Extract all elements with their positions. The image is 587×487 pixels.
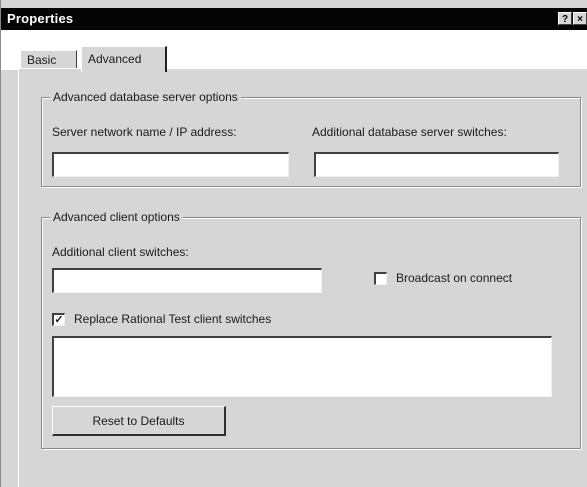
database-server-options-group: Advanced database server options Server …	[41, 90, 581, 187]
server-name-input[interactable]	[52, 152, 289, 177]
replace-switches-label[interactable]: Replace Rational Test client switches	[74, 312, 271, 326]
server-switches-label: Additional database server switches:	[312, 125, 507, 139]
client-options-group: Advanced client options Additional clien…	[41, 210, 581, 449]
reset-to-defaults-button[interactable]: Reset to Defaults	[52, 406, 226, 436]
broadcast-checkbox[interactable]	[374, 272, 387, 285]
database-server-options-legend: Advanced database server options	[50, 90, 241, 104]
client-switches-textarea[interactable]	[52, 336, 552, 397]
title-bar[interactable]: Properties ? ×	[1, 8, 587, 30]
client-switches-input[interactable]	[52, 268, 322, 293]
broadcast-label[interactable]: Broadcast on connect	[396, 271, 512, 285]
advanced-tab-panel: Advanced database server options Server …	[18, 68, 587, 487]
tab-basic-label: Basic	[27, 53, 57, 67]
properties-dialog: Properties ? × Basic Advanced Advanced d…	[0, 0, 587, 487]
replace-switches-checkbox[interactable]: ✓	[52, 313, 65, 326]
client-switches-label: Additional client switches:	[52, 245, 189, 259]
close-button[interactable]: ×	[573, 12, 587, 25]
tab-basic[interactable]: Basic	[20, 50, 77, 70]
tab-advanced-label: Advanced	[88, 52, 142, 66]
help-button[interactable]: ?	[558, 12, 572, 25]
window-title: Properties	[7, 11, 74, 26]
server-switches-input[interactable]	[314, 152, 559, 177]
client-options-legend: Advanced client options	[50, 210, 183, 224]
server-name-label: Server network name / IP address:	[52, 125, 237, 139]
tab-advanced[interactable]: Advanced	[81, 46, 167, 72]
tab-strip: Basic Advanced	[1, 30, 587, 72]
